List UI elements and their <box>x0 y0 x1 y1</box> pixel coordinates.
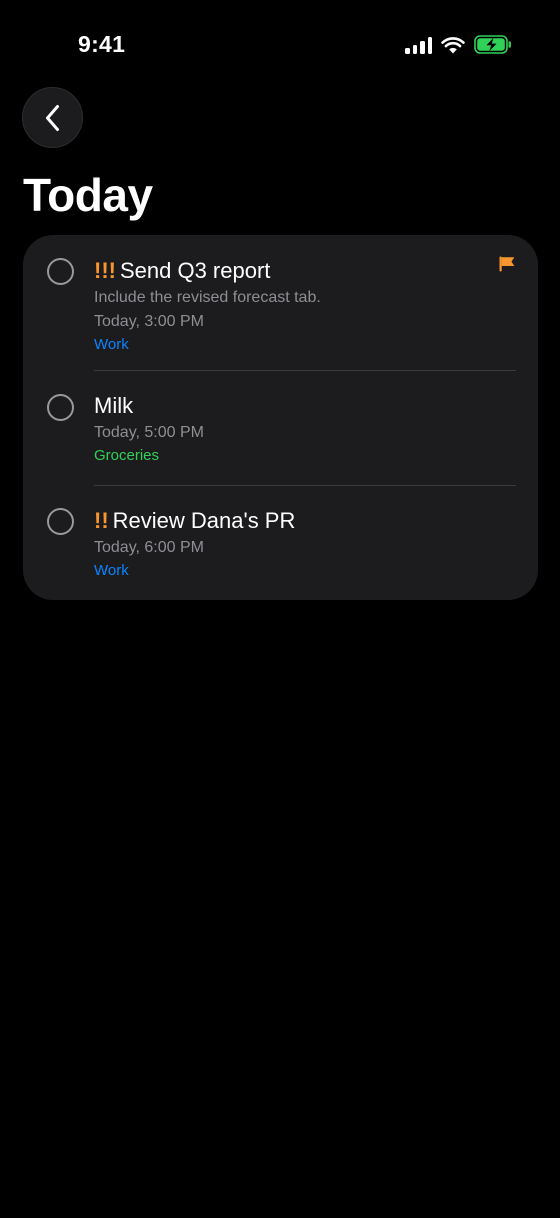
reminder-list-tag: Work <box>94 336 129 353</box>
status-icons <box>405 35 512 54</box>
reminder-list-tag: Groceries <box>94 447 160 464</box>
reminder-item-send-q3-report[interactable]: !!! Send Q3 report Include the revised fo… <box>23 235 538 371</box>
reminder-due-date: Today, 3:00 PM <box>94 313 204 330</box>
status-bar: 9:41 <box>0 0 560 90</box>
reminder-title: !! Review Dana's PR <box>94 508 296 533</box>
status-time: 9:41 <box>78 31 126 57</box>
reminder-item-review-danas-pr[interactable]: !! Review Dana's PR Today, 6:00 PM Work <box>23 485 538 600</box>
priority-indicator: !! <box>94 508 109 533</box>
flag-icon <box>499 256 515 272</box>
battery-charging-icon <box>474 35 511 54</box>
reminder-due-date: Today, 6:00 PM <box>94 539 204 556</box>
chevron-left-icon <box>45 104 59 131</box>
complete-checkbox[interactable] <box>47 508 74 535</box>
priority-indicator: !!! <box>94 258 116 283</box>
reminder-due-date: Today, 5:00 PM <box>94 424 204 441</box>
reminder-title: Milk <box>94 393 134 418</box>
wifi-icon <box>441 36 465 53</box>
complete-checkbox[interactable] <box>47 394 74 421</box>
complete-checkbox[interactable] <box>47 258 74 285</box>
back-button[interactable] <box>22 87 83 148</box>
reminder-list-tag: Work <box>94 562 129 579</box>
page-title: Today <box>23 169 153 221</box>
reminders-list: !!! Send Q3 report Include the revised fo… <box>23 235 538 600</box>
reminders-today-screen: 9:41 Today !!! Send Q3 report Include th… <box>0 0 560 1218</box>
reminder-item-milk[interactable]: Milk Today, 5:00 PM Groceries <box>23 371 538 485</box>
reminder-title: !!! Send Q3 report <box>94 258 271 283</box>
cellular-signal-icon <box>405 36 432 54</box>
reminder-notes: Include the revised forecast tab. <box>94 289 321 306</box>
